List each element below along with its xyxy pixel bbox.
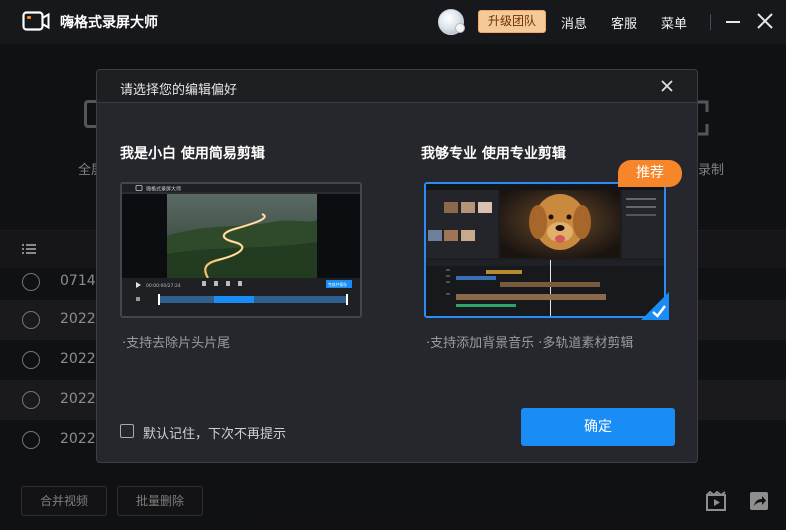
recommended-badge: 推荐: [618, 160, 682, 187]
pro-edit-card[interactable]: [424, 182, 666, 318]
confirm-button[interactable]: 确定: [521, 408, 675, 446]
camera-logo-icon: [22, 11, 50, 31]
close-icon[interactable]: [661, 80, 673, 92]
remember-label: 默认记住，下次不再提示: [143, 427, 287, 442]
pro-edit-description: ·支持添加背景音乐 ·多轨道素材剪辑: [426, 336, 634, 351]
thumb-timecode: 00:00:00/27:24: [146, 283, 181, 289]
selected-check-icon: [641, 292, 669, 320]
menu-link[interactable]: 菜单: [661, 13, 687, 32]
titlebar-divider: [710, 14, 711, 30]
remember-checkbox[interactable]: [120, 424, 134, 438]
thumb-app-title: 嗨格式录屏大师: [146, 185, 181, 192]
minimize-icon[interactable]: [726, 21, 740, 23]
pro-edit-heading: 我够专业 使用专业剪辑: [421, 146, 566, 162]
thumb-action: 完成并保存: [328, 282, 347, 287]
app-title: 嗨格式录屏大师: [60, 15, 158, 31]
title-bar: 嗨格式录屏大师 升级团队 消息 客服 菜单: [0, 0, 786, 44]
upgrade-team-button[interactable]: 升级团队: [478, 10, 546, 33]
simple-editor-thumbnail: 嗨格式录屏大师 00:00:00/27:24 完成并保存: [122, 184, 360, 316]
simple-edit-heading: 我是小白 使用简易剪辑: [120, 146, 265, 162]
dialog-title: 请选择您的编辑偏好: [120, 83, 238, 98]
pro-editor-thumbnail: [426, 184, 664, 316]
dialog-header: 请选择您的编辑偏好: [97, 70, 697, 103]
window-close-icon[interactable]: [756, 12, 774, 30]
messages-link[interactable]: 消息: [561, 13, 587, 32]
simple-edit-card[interactable]: 嗨格式录屏大师 00:00:00/27:24 完成并保存: [120, 182, 362, 318]
support-link[interactable]: 客服: [611, 13, 637, 32]
edit-preference-dialog: 请选择您的编辑偏好 我是小白 使用简易剪辑 嗨格式录屏大师 00:00:00/2…: [96, 69, 698, 463]
simple-edit-description: ·支持去除片头片尾: [122, 336, 231, 351]
avatar-status-icon: [455, 23, 465, 33]
